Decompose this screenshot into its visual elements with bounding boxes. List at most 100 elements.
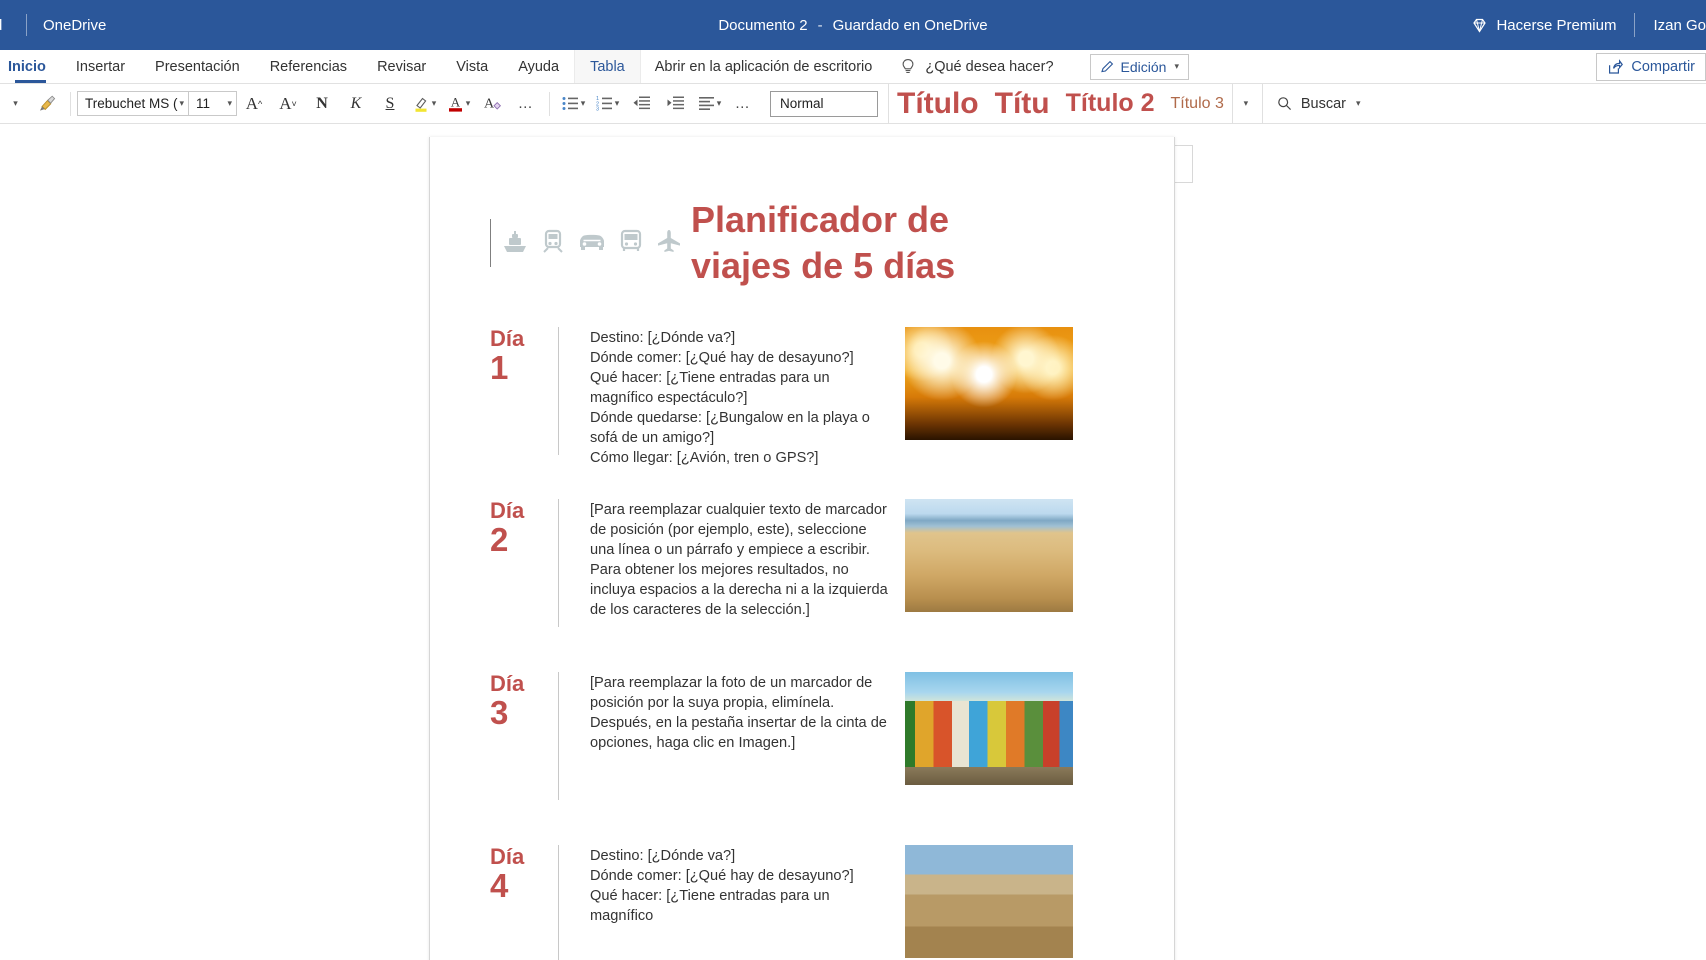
ship-icon [501,227,529,260]
more-font-options-button[interactable]: … [509,89,543,119]
day-body-1[interactable]: Destino: [¿Dónde va?] Dónde comer: [¿Qué… [559,327,889,469]
bullets-button[interactable]: ▾ [556,89,590,119]
airplane-icon [655,227,683,260]
day-word-3: Día [490,671,525,696]
document-canvas[interactable]: Planificador de viajes de 5 días Día 1 D… [0,124,1706,960]
day-label-4: Día 4 [490,845,558,960]
format-painter-button[interactable] [30,89,64,119]
highlight-icon [415,97,427,112]
bold-button[interactable]: N [305,89,339,119]
tab-revisar[interactable]: Revisar [362,50,441,83]
current-style-box[interactable]: Normal [770,90,878,117]
styles-gallery-expand-button[interactable]: ▾ [1231,83,1258,124]
day3-photo[interactable] [905,672,1073,785]
highlight-button[interactable]: ▾ [407,89,441,119]
toolbar-divider-1 [70,91,71,116]
day-body-2[interactable]: [Para reemplazar cualquier texto de marc… [559,499,889,627]
alignment-button[interactable]: ▾ [692,89,726,119]
bulleted-list-icon [562,97,578,110]
user-account-label[interactable]: Izan Go [1653,17,1706,34]
increase-indent-button[interactable] [658,89,692,119]
chevron-down-icon: ▾ [614,98,620,108]
font-name-select[interactable]: Trebuchet MS (... ▾ [77,91,189,116]
day2-photo[interactable] [905,499,1073,612]
open-in-desktop-app-button[interactable]: Abrir en la aplicación de escritorio [641,50,887,83]
side-panel-tab[interactable] [1175,145,1193,183]
tab-presentacion[interactable]: Presentación [140,50,255,83]
day1-line-5: Cómo llegar: [¿Avión, tren o GPS?] [590,449,819,466]
tab-referencias[interactable]: Referencias [255,50,362,83]
chevron-down-icon: ▾ [179,98,184,108]
day1-line-1: Destino: [¿Dónde va?] [590,330,736,346]
font-size-select[interactable]: 11 ▾ [189,91,237,116]
tab-tabla[interactable]: Tabla [574,50,641,83]
style-titulo-3[interactable]: Título 3 [1163,84,1232,124]
onedrive-link[interactable]: OneDrive [43,17,106,34]
search-button[interactable]: Buscar ▾ [1261,83,1375,124]
editing-mode-button[interactable]: Edición ▾ [1089,53,1189,80]
day4-line-3: Qué hacer: [¿Tiene entradas para un magn… [590,887,830,924]
decrease-indent-button[interactable] [624,89,658,119]
font-size-value: 11 [196,96,211,111]
day1-photo[interactable] [905,327,1073,440]
font-color-button[interactable]: A ▾ [441,89,475,119]
more-paragraph-options-button[interactable]: … [726,89,760,119]
chevron-down-icon: ▾ [1356,98,1361,108]
style-titulo-1[interactable]: Título [889,84,987,124]
day-body-3[interactable]: [Para reemplazar la foto de un marcador … [559,672,889,800]
tab-insertar[interactable]: Insertar [61,50,140,83]
chevron-down-icon: ▾ [1174,61,1179,71]
day4-photo[interactable] [905,845,1073,958]
italic-button[interactable]: K [339,89,373,119]
underline-button[interactable]: S [373,89,407,119]
editing-mode-label: Edición [1120,58,1167,75]
tab-inicio[interactable]: Inicio [0,50,61,83]
document-page[interactable]: Planificador de viajes de 5 días Día 1 D… [429,137,1175,960]
search-label: Buscar [1300,95,1347,112]
car-icon [577,227,607,260]
day-number-1: 1 [490,349,509,387]
day1-line-2: Dónde comer: [¿Qué hay de desayuno?] [590,349,854,366]
day-row-3: Día 3 [Para reemplazar la foto de un mar… [490,672,1140,800]
share-button[interactable]: Compartir [1596,52,1706,81]
transport-icon-strip [490,219,683,267]
pencil-icon [1100,60,1114,74]
go-premium-label: Hacerse Premium [1496,16,1617,34]
font-name-value: Trebuchet MS (... [85,96,179,111]
bus-icon [617,227,645,260]
decrease-indent-icon [633,96,650,110]
day-number-3: 3 [490,694,509,732]
grow-font-button[interactable]: A ^ [237,89,271,119]
shrink-font-button[interactable]: A ˅ [271,89,305,119]
align-left-icon [698,97,714,110]
document-title-block: Planificador de viajes de 5 días [490,197,1130,289]
go-premium-button[interactable]: Hacerse Premium [1471,17,1616,34]
style-titulo-1b[interactable]: Títu [987,84,1058,124]
clear-formatting-button[interactable]: A [475,89,509,119]
formatting-toolbar: ▾ Trebuchet MS (... ▾ 11 ▾ A ^ A ˅ N K S ▾ [0,83,1706,124]
underline-glyph: S [385,94,395,112]
toolbar-divider-2 [549,91,550,116]
grow-font-glyph: A [245,93,259,113]
document-name[interactable]: Documento 2 [718,17,807,34]
more-paragraph-label: … [734,95,752,112]
undo-chevron[interactable]: ▾ [0,89,30,119]
tell-me-search[interactable]: ¿Qué desea hacer? [886,50,1067,83]
svg-text:A: A [484,97,495,112]
numbering-button[interactable]: 1 2 3 ▾ [590,89,624,119]
train-icon [539,227,567,260]
tell-me-label: ¿Qué desea hacer? [925,58,1054,75]
style-titulo-2[interactable]: Título 2 [1058,84,1163,124]
chevron-down-icon: ▾ [431,98,437,108]
day-body-4[interactable]: Destino: [¿Dónde va?] Dónde comer: [¿Qué… [559,845,889,960]
lightbulb-icon [900,58,916,76]
italic-glyph: K [350,94,362,112]
page-title[interactable]: Planificador de viajes de 5 días [691,197,1021,289]
save-status[interactable]: Guardado en OneDrive [833,17,988,34]
tab-ayuda[interactable]: Ayuda [503,50,574,83]
day1-line-3: Qué hacer: [¿Tiene entradas para un magn… [590,369,830,406]
day-label-1: Día 1 [490,327,558,469]
ribbon-tab-strip: Inicio Insertar Presentación Referencias… [0,50,1706,84]
tab-vista[interactable]: Vista [441,50,503,83]
chevron-down-icon: ▾ [227,98,232,108]
